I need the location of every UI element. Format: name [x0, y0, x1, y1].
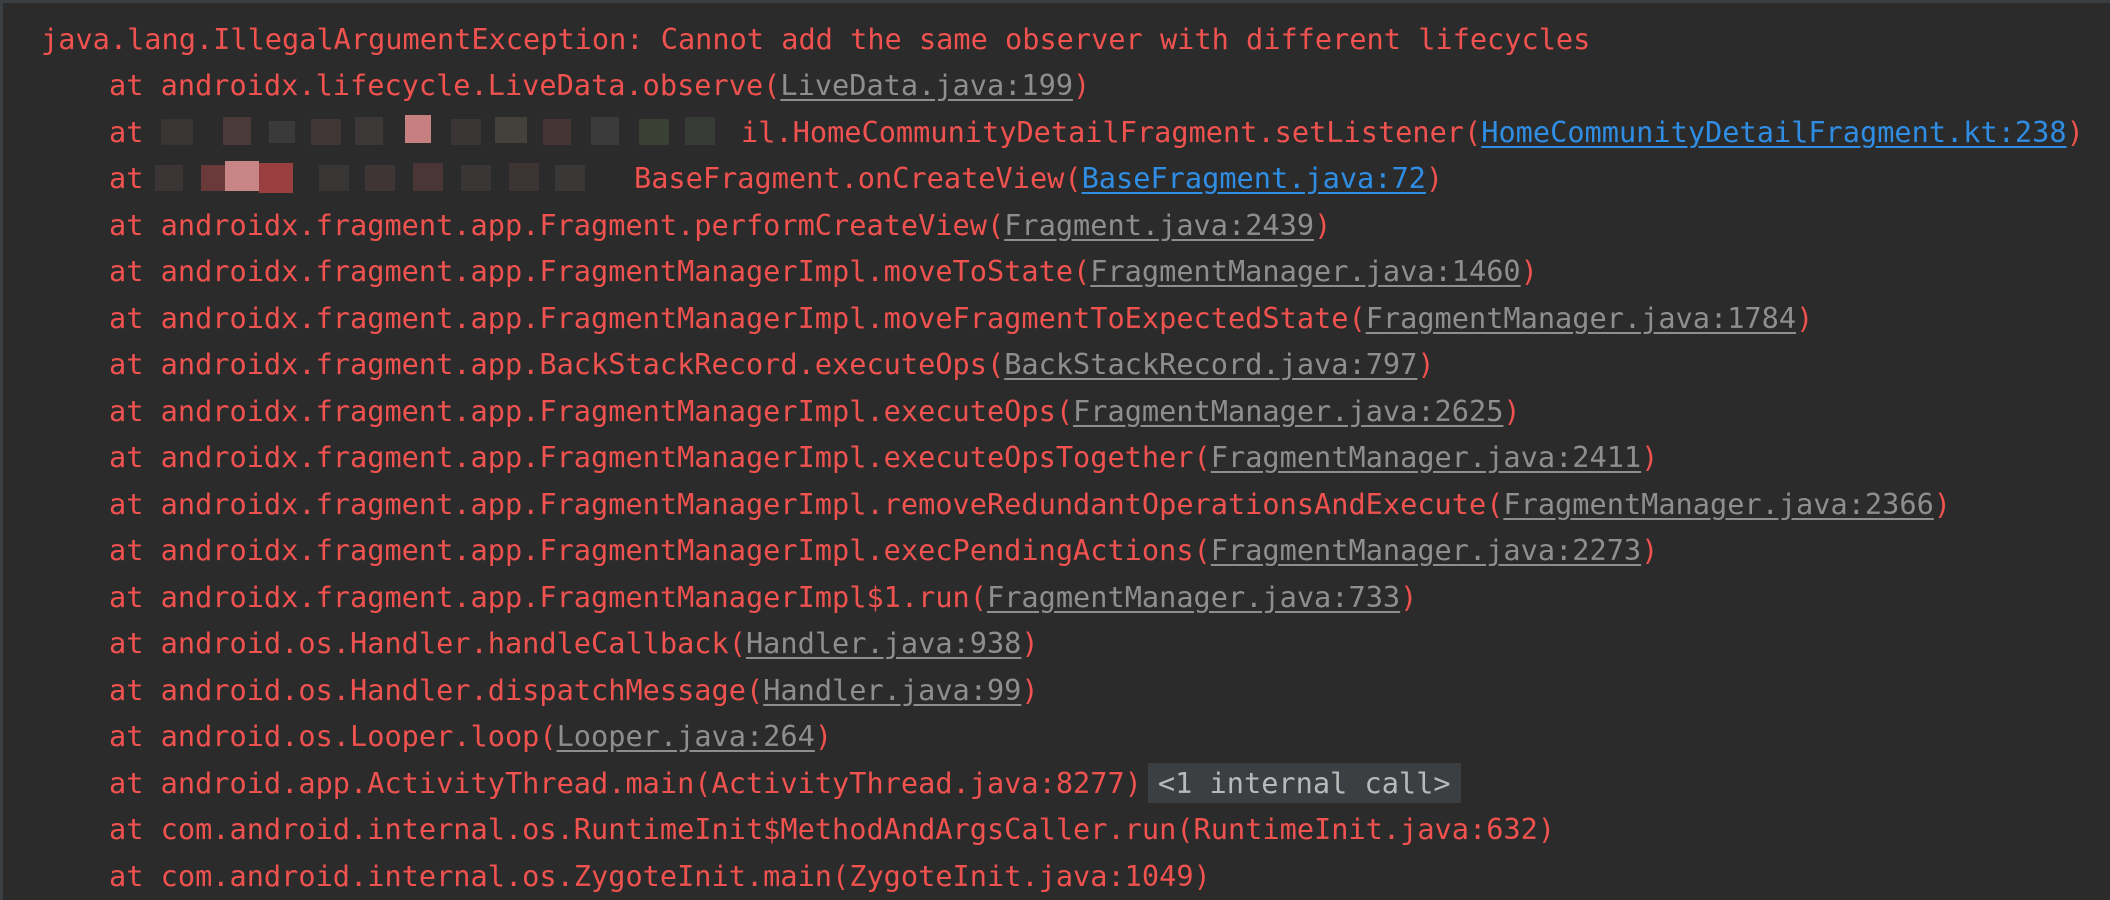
stack-frame: at com.android.internal.os.RuntimeInit$M…	[109, 808, 1555, 850]
source-link[interactable]: LiveData.java:199	[780, 68, 1073, 102]
redacted-package	[143, 161, 633, 199]
stack-frame: at android.app.ActivityThread.main(Activ…	[109, 762, 1461, 804]
stack-frame: at androidx.fragment.app.FragmentManager…	[109, 483, 1951, 525]
frame-method: at com.android.internal.os.RuntimeInit$M…	[109, 812, 1556, 846]
frame-method: at androidx.fragment.app.FragmentManager…	[109, 301, 1366, 335]
frame-method: at androidx.fragment.app.FragmentManager…	[109, 254, 1091, 288]
source-link[interactable]: FragmentManager.java:1460	[1090, 254, 1520, 288]
stack-frame: at androidx.fragment.app.FragmentManager…	[109, 576, 1417, 618]
frame-method: at androidx.fragment.app.BackStackRecord…	[109, 347, 1005, 381]
frame-close: )	[1425, 161, 1444, 195]
frame-close: )	[1520, 254, 1538, 288]
console-output[interactable]: java.lang.IllegalArgumentException: Cann…	[0, 0, 2110, 900]
frame-method: at android.os.Handler.dispatchMessage(	[109, 673, 764, 707]
frame-method: at androidx.lifecycle.LiveData.observe(	[109, 68, 781, 102]
source-link[interactable]: FragmentManager.java:2366	[1503, 487, 1933, 521]
frame-prefix: at	[109, 115, 144, 149]
folded-internal-calls[interactable]: <1 internal call>	[1147, 763, 1461, 803]
frame-prefix: at	[109, 161, 144, 195]
frame-close: )	[1417, 347, 1435, 381]
frame-close: )	[2066, 115, 2084, 149]
stack-frame: at androidx.fragment.app.FragmentManager…	[109, 529, 1658, 571]
frame-method: at androidx.fragment.app.FragmentManager…	[109, 394, 1074, 428]
source-link[interactable]: Handler.java:99	[763, 673, 1021, 707]
frame-close: )	[1021, 673, 1039, 707]
frame-close: )	[1641, 533, 1659, 567]
frame-method: at androidx.fragment.app.Fragment.perfor…	[109, 208, 1005, 242]
redacted-package	[151, 115, 741, 153]
source-link[interactable]: FragmentManager.java:2625	[1073, 394, 1503, 428]
stack-frame: at android.os.Handler.dispatchMessage(Ha…	[109, 669, 1039, 711]
stack-frame: at androidx.fragment.app.FragmentManager…	[109, 436, 1658, 478]
source-link[interactable]: BaseFragment.java:72	[1082, 161, 1426, 195]
source-link[interactable]: FragmentManager.java:2411	[1211, 440, 1641, 474]
stack-frame: at androidx.fragment.app.FragmentManager…	[109, 390, 1521, 432]
stack-frame: at	[109, 157, 143, 199]
source-link[interactable]: HomeCommunityDetailFragment.kt:238	[1481, 115, 2066, 149]
stack-frame: at androidx.fragment.app.FragmentManager…	[109, 250, 1538, 292]
frame-close: )	[1796, 301, 1814, 335]
source-link[interactable]: FragmentManager.java:2273	[1211, 533, 1641, 567]
frame-method: il.HomeCommunityDetailFragment.setListen…	[741, 115, 1482, 149]
stack-frame: at androidx.fragment.app.FragmentManager…	[109, 297, 1813, 339]
source-link[interactable]: FragmentManager.java:733	[987, 580, 1400, 614]
frame-method: at androidx.fragment.app.FragmentManager…	[109, 440, 1211, 474]
stack-frame: at android.os.Handler.handleCallback(Han…	[109, 622, 1039, 664]
frame-method: at androidx.fragment.app.FragmentManager…	[109, 487, 1504, 521]
frame-method: BaseFragment.onCreateView(	[634, 161, 1082, 195]
frame-method: at com.android.internal.os.ZygoteInit.ma…	[109, 859, 1211, 893]
stack-frame: at androidx.fragment.app.BackStackRecord…	[109, 343, 1435, 385]
frame-method: at androidx.fragment.app.FragmentManager…	[109, 533, 1211, 567]
frame-close: )	[1503, 394, 1521, 428]
frame-method: at androidx.fragment.app.FragmentManager…	[109, 580, 987, 614]
frame-method: at android.os.Handler.handleCallback(	[109, 626, 746, 660]
exception-message: java.lang.IllegalArgumentException: Cann…	[41, 22, 1591, 56]
frame-method: at android.app.ActivityThread.main(Activ…	[109, 766, 1142, 800]
frame-close: )	[1314, 208, 1332, 242]
frame-method: at android.os.Looper.loop(	[109, 719, 557, 753]
source-link[interactable]: BackStackRecord.java:797	[1004, 347, 1417, 381]
frame-close: )	[814, 719, 833, 753]
frame-close: )	[1400, 580, 1418, 614]
source-link[interactable]: FragmentManager.java:1784	[1366, 301, 1796, 335]
source-link[interactable]: Handler.java:938	[746, 626, 1021, 660]
frame-close: )	[1073, 68, 1091, 102]
frame-close: )	[1021, 626, 1039, 660]
stack-frame-rest: il.HomeCommunityDetailFragment.setListen…	[741, 111, 2084, 153]
frame-close: )	[1933, 487, 1951, 521]
frame-close: )	[1641, 440, 1659, 474]
source-link[interactable]: Fragment.java:2439	[1004, 208, 1314, 242]
stack-frame-rest: BaseFragment.onCreateView(BaseFragment.j…	[634, 157, 1443, 199]
stack-frame: at com.android.internal.os.ZygoteInit.ma…	[109, 855, 1211, 897]
stack-frame: at android.os.Looper.loop(Looper.java:26…	[109, 715, 832, 757]
stack-frame: at androidx.fragment.app.Fragment.perfor…	[109, 204, 1331, 246]
source-link[interactable]: Looper.java:264	[557, 719, 815, 753]
stack-frame: at	[109, 111, 143, 153]
stack-frame: at androidx.lifecycle.LiveData.observe(L…	[109, 64, 1090, 106]
